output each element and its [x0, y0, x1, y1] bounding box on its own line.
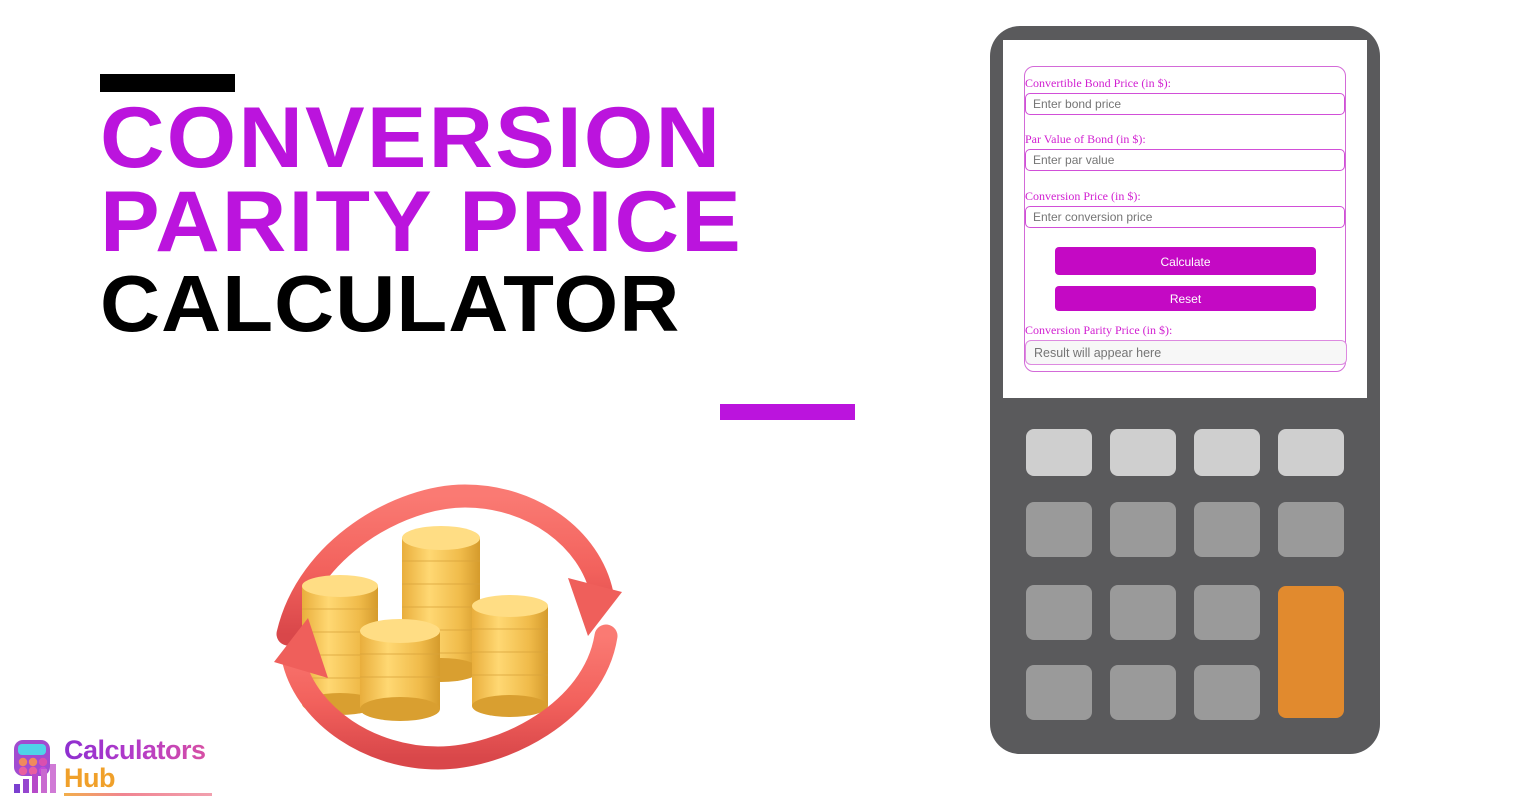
title-line-3: CALCULATOR — [100, 258, 681, 348]
calculatorshub-logo[interactable]: Calculators Hub — [8, 736, 223, 798]
key-r4c3[interactable] — [1194, 665, 1260, 720]
key-r2c3[interactable] — [1194, 502, 1260, 557]
key-r2c1[interactable] — [1026, 502, 1092, 557]
input-conversion-price[interactable] — [1025, 206, 1345, 228]
page-title: CONVERSION PARITY PRICE CALCULATOR — [100, 95, 930, 343]
title-line-1: CONVERSION — [100, 90, 723, 186]
field-conversion-price: Conversion Price (in $): — [1025, 189, 1345, 228]
label-conversion-parity-price: Conversion Parity Price (in $): — [1025, 323, 1173, 337]
equals-key[interactable] — [1278, 586, 1344, 718]
key-r4c2[interactable] — [1110, 665, 1176, 720]
decorative-rule-bottom — [720, 404, 855, 420]
coins-conversion-illustration — [250, 466, 650, 776]
input-par-value-of-bond[interactable] — [1025, 149, 1345, 171]
key-r3c3[interactable] — [1194, 585, 1260, 640]
output-conversion-parity-price[interactable] — [1025, 340, 1347, 365]
page-root: CONVERSION PARITY PRICE CALCULATOR Calcu… — [0, 0, 1520, 800]
field-par-value-of-bond: Par Value of Bond (in $): — [1025, 132, 1345, 171]
logo-wordmark: Calculators Hub — [64, 736, 224, 792]
logo-underline — [64, 793, 212, 796]
coin-stack-right — [472, 595, 548, 717]
calculator-bar-chart-logo-icon — [10, 738, 62, 796]
label-convertible-bond-price: Convertible Bond Price (in $): — [1025, 76, 1171, 90]
field-convertible-bond-price: Convertible Bond Price (in $): — [1025, 76, 1345, 115]
key-r3c2[interactable] — [1110, 585, 1176, 640]
logo-text-secondary: Hub — [64, 763, 115, 793]
label-par-value-of-bond: Par Value of Bond (in $): — [1025, 132, 1146, 146]
calculate-button[interactable]: Calculate — [1055, 247, 1316, 275]
key-r2c4[interactable] — [1278, 502, 1344, 557]
key-r1c2[interactable] — [1110, 429, 1176, 476]
coin-stack-front — [360, 619, 440, 721]
key-r1c3[interactable] — [1194, 429, 1260, 476]
reset-button[interactable]: Reset — [1055, 286, 1316, 311]
input-convertible-bond-price[interactable] — [1025, 93, 1345, 115]
key-r3c1[interactable] — [1026, 585, 1092, 640]
key-r1c4[interactable] — [1278, 429, 1344, 476]
key-r4c1[interactable] — [1026, 665, 1092, 720]
key-r1c1[interactable] — [1026, 429, 1092, 476]
logo-text-primary: Calculators — [64, 736, 224, 764]
title-line-2: PARITY PRICE — [100, 174, 743, 271]
field-conversion-parity-price-result: Conversion Parity Price (in $): — [1025, 323, 1347, 365]
hero-section: CONVERSION PARITY PRICE CALCULATOR Calcu… — [0, 0, 960, 800]
key-r2c2[interactable] — [1110, 502, 1176, 557]
label-conversion-price: Conversion Price (in $): — [1025, 189, 1141, 203]
